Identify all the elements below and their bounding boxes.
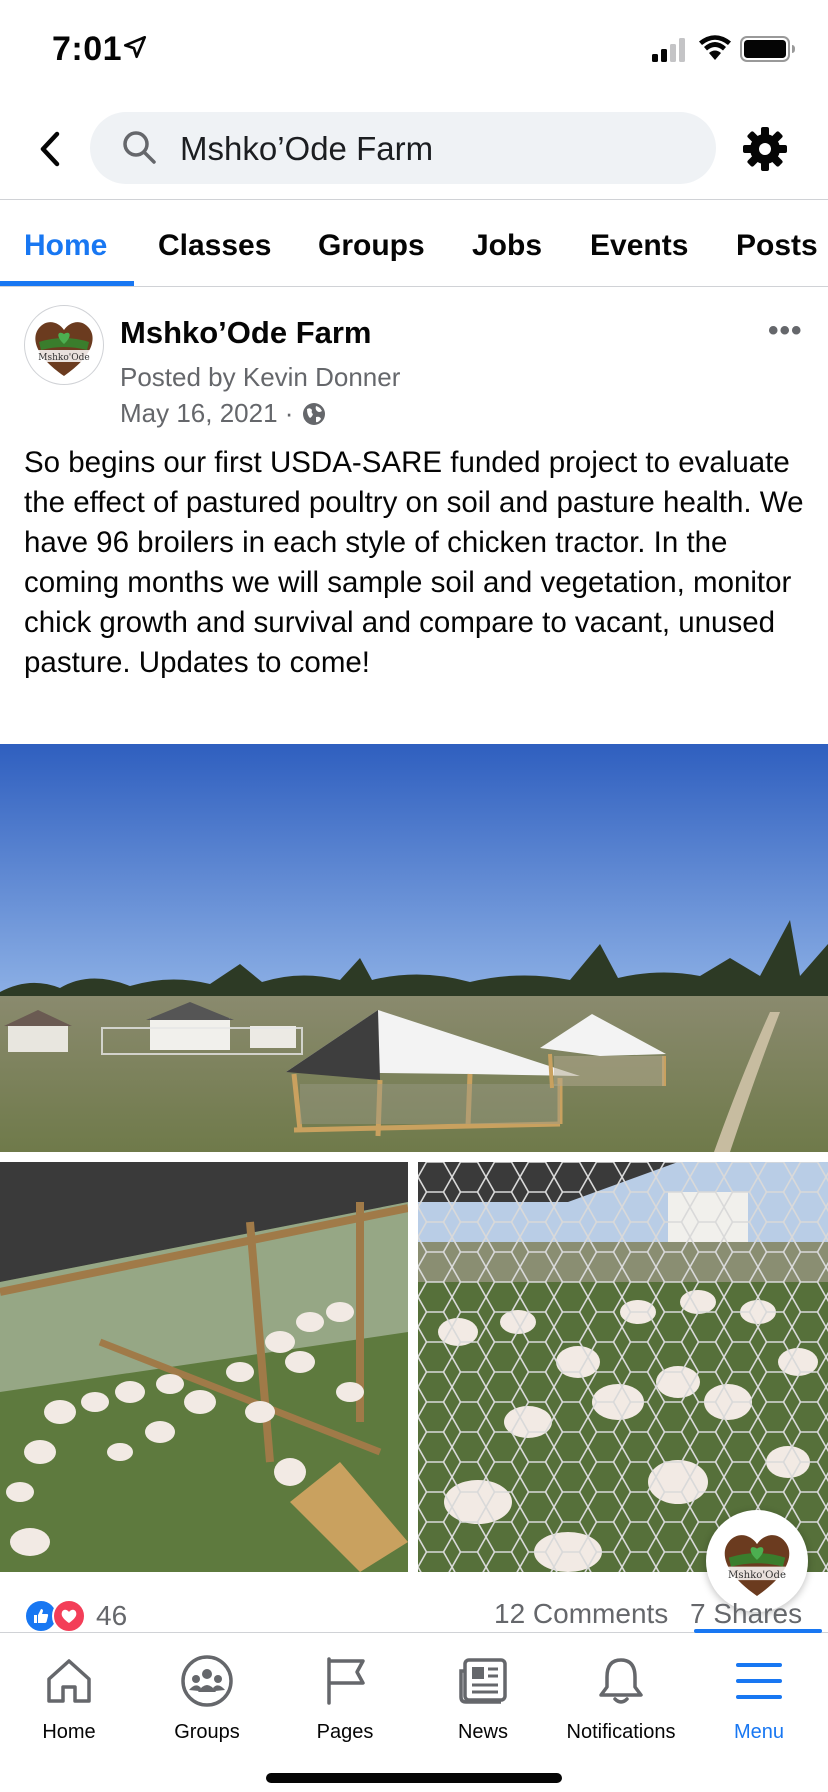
post-date-text: May 16, 2021 · [120,398,294,428]
logo-text: Mshko'Ode [728,1570,786,1581]
reactions-summary[interactable]: 46 [24,1596,127,1636]
search-input[interactable]: Mshko’Ode Farm [90,112,716,184]
love-reaction-icon [52,1599,86,1633]
back-button[interactable] [28,124,72,174]
active-nav-indicator [694,1629,822,1633]
post-photo-tractors[interactable] [0,744,828,1152]
search-icon [123,131,156,164]
bell-icon [599,1658,643,1704]
nav-notifications[interactable]: Notifications [552,1653,690,1753]
chevron-left-icon [40,131,60,167]
post-body: So begins our first USDA-SARE funded pro… [24,446,804,679]
home-indicator [266,1773,562,1783]
news-icon [459,1658,507,1704]
status-bar: 7:01 [0,0,828,100]
battery-icon [740,36,795,62]
post-author-name[interactable]: Mshko’Ode Farm [120,315,372,351]
nav-home-label: Home [42,1721,96,1743]
active-tab-indicator [0,281,134,286]
home-icon [47,1659,91,1703]
cellular-signal-icon [652,38,685,62]
nav-menu-label: Menu [733,1721,785,1743]
reaction-count: 46 [96,1600,128,1631]
tab-classes[interactable]: Classes [158,229,271,263]
status-time: 7:01 [52,30,123,68]
nav-news-label: News [457,1721,508,1743]
globe-icon [303,402,326,425]
search-query: Mshko’Ode Farm [180,130,434,167]
nav-groups-label: Groups [174,1721,240,1743]
wifi-icon [699,35,731,60]
bottom-navigation: Home Groups Pages News Notifications Men… [0,1629,828,1792]
posted-by: Posted by Kevin Donner [120,362,401,392]
location-arrow-icon [123,35,147,59]
tab-jobs[interactable]: Jobs [472,229,542,263]
tab-posts[interactable]: Posts [736,229,818,263]
nav-pages[interactable]: Pages [276,1653,414,1753]
nav-notifications-label: Notifications [566,1721,676,1743]
tab-groups[interactable]: Groups [318,229,425,263]
post-timestamp[interactable]: May 16, 2021 · [120,398,327,429]
farm-logo: Mshko'Ode [724,1535,790,1596]
gear-icon [743,127,787,171]
nav-news[interactable]: News [414,1653,552,1753]
farm-logo: Mshko'Ode [35,322,93,376]
nav-pages-label: Pages [316,1721,374,1743]
more-options-icon[interactable]: ••• [768,314,803,348]
nav-groups[interactable]: Groups [138,1653,276,1753]
shares-count[interactable]: 7 Shares [690,1598,802,1630]
post-photo-chicks-tractor[interactable] [0,1162,408,1572]
groups-icon [181,1655,233,1707]
tab-events[interactable]: Events [590,229,688,263]
flag-icon [327,1657,365,1705]
menu-icon [736,1663,782,1699]
floating-page-avatar[interactable]: Mshko'Ode [706,1510,808,1612]
comments-count[interactable]: 12 Comments [494,1598,668,1630]
search-header: Mshko’Ode Farm [0,100,828,200]
nav-home[interactable]: Home [0,1653,138,1753]
page-tabs: Home Classes Groups Jobs Events Posts [0,201,828,287]
page-avatar[interactable]: Mshko'Ode [24,305,104,385]
nav-menu[interactable]: Menu [690,1653,828,1753]
settings-button[interactable] [740,124,790,174]
tab-home[interactable]: Home [24,229,107,263]
logo-text: Mshko'Ode [38,353,89,363]
